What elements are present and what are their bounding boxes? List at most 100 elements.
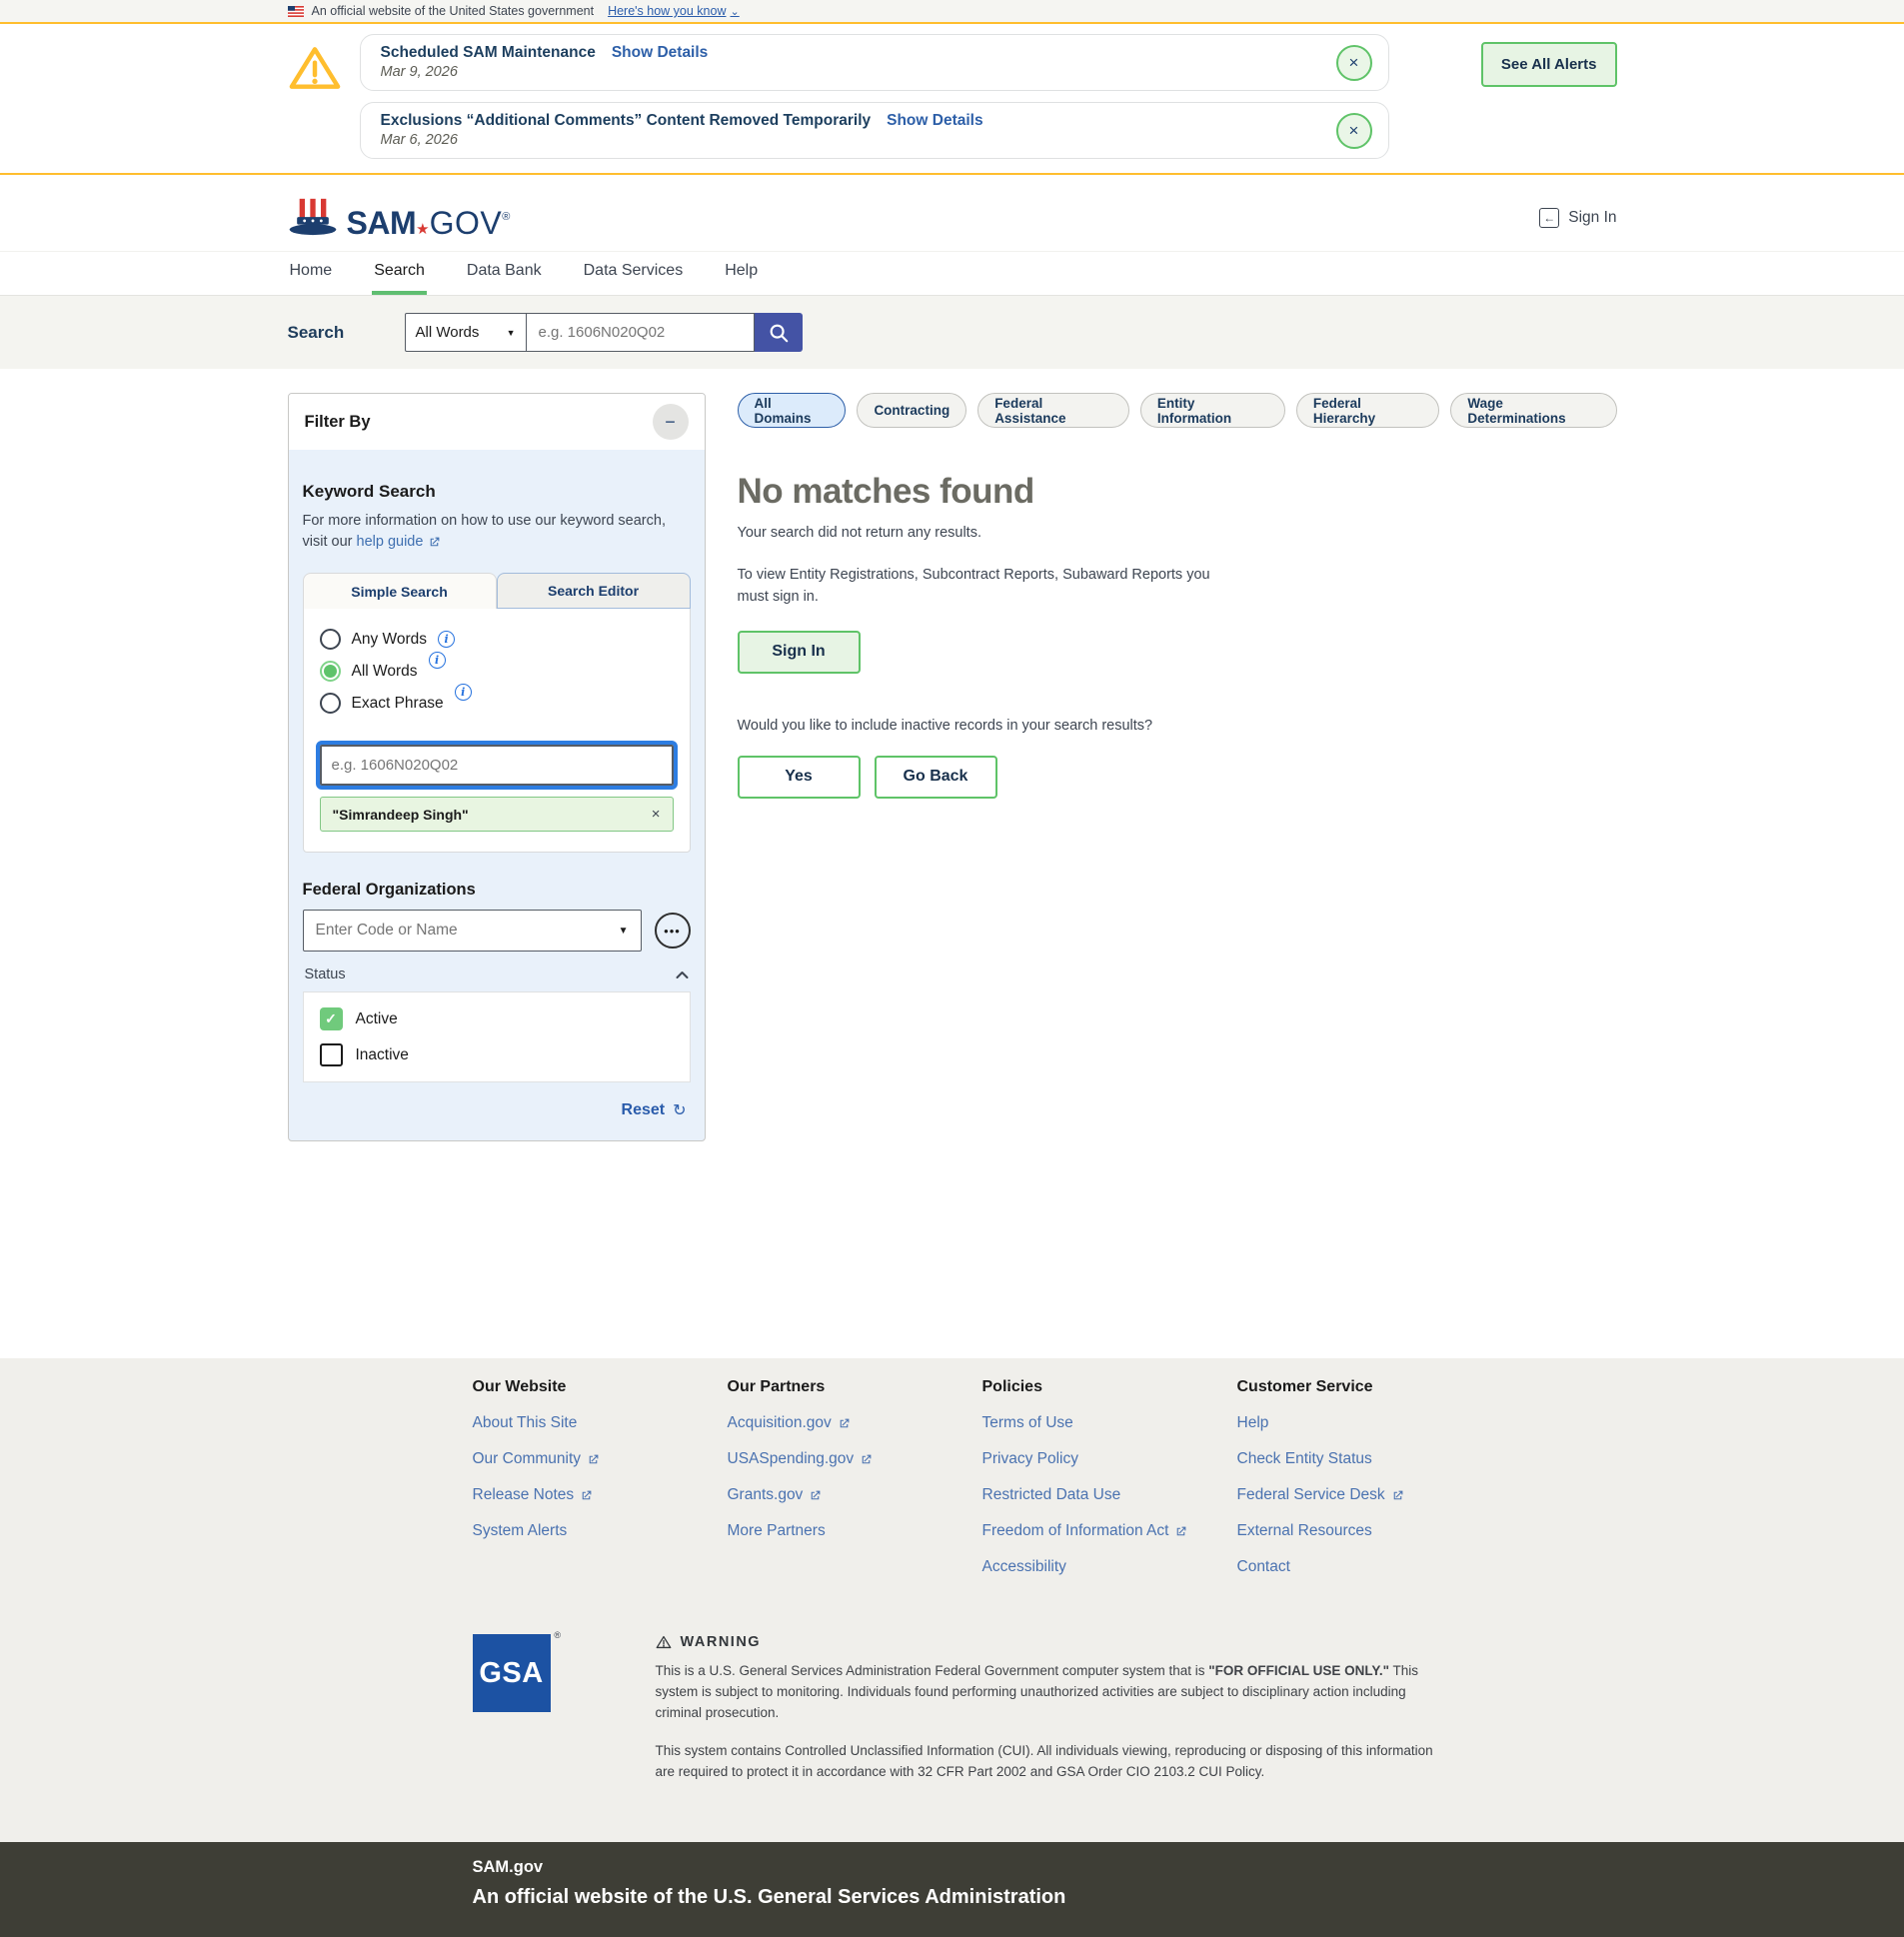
inactive-records-question: Would you like to include inactive recor… xyxy=(738,718,1617,734)
yes-button[interactable]: Yes xyxy=(738,756,861,799)
collapse-filters-button[interactable]: − xyxy=(653,404,689,440)
footer-link-our-community[interactable]: Our Community xyxy=(473,1450,728,1468)
filter-panel: Filter By − Keyword Search For more info… xyxy=(288,393,706,1141)
site-footer: Our Website About This Site Our Communit… xyxy=(0,1358,1904,1842)
keyword-input[interactable] xyxy=(320,745,674,786)
dark-footer-title: SAM.gov xyxy=(473,1858,1617,1877)
radio-exact-phrase[interactable] xyxy=(320,693,341,714)
reset-filters-link[interactable]: Reset ↻ xyxy=(622,1100,687,1120)
footer-link-grants-gov[interactable]: Grants.gov xyxy=(728,1486,982,1504)
sam-gov-logo[interactable]: SAM★GOV® xyxy=(288,197,511,239)
footer-link-system-alerts[interactable]: System Alerts xyxy=(473,1522,728,1540)
domain-pill-contracting[interactable]: Contracting xyxy=(857,393,966,428)
results-area: All Domains Contracting Federal Assistan… xyxy=(738,393,1617,799)
footer-link-privacy-policy[interactable]: Privacy Policy xyxy=(982,1450,1237,1468)
footer-link-restricted-data-use[interactable]: Restricted Data Use xyxy=(982,1486,1237,1504)
info-icon[interactable]: i xyxy=(455,684,472,701)
domain-pill-all-domains[interactable]: All Domains xyxy=(738,393,847,428)
status-option-inactive[interactable]: Inactive xyxy=(320,1043,674,1066)
search-input[interactable] xyxy=(527,313,755,352)
go-back-button[interactable]: Go Back xyxy=(875,756,997,799)
status-section-toggle[interactable]: Status xyxy=(303,967,691,982)
footer-link-usaspending-gov[interactable]: USASpending.gov xyxy=(728,1450,982,1468)
alert-card: Scheduled SAM Maintenance Show Details M… xyxy=(360,34,1389,91)
keyword-info-text: For more information on how to use our k… xyxy=(303,511,691,553)
nav-item-search[interactable]: Search xyxy=(372,252,427,295)
no-results-text: Your search did not return any results. xyxy=(738,525,1617,541)
external-link-icon xyxy=(587,1453,600,1466)
footer-link-acquisition-gov[interactable]: Acquisition.gov xyxy=(728,1414,982,1432)
dropdown-arrow-icon: ▼ xyxy=(619,926,629,937)
show-details-link[interactable]: Show Details xyxy=(612,44,708,62)
main-area: Filter By − Keyword Search For more info… xyxy=(0,369,1904,1358)
warning-paragraph-2: This system contains Controlled Unclassi… xyxy=(656,1741,1455,1783)
domain-pill-federal-hierarchy[interactable]: Federal Hierarchy xyxy=(1296,393,1440,428)
footer-link-foia[interactable]: Freedom of Information Act xyxy=(982,1522,1237,1540)
close-icon[interactable]: × xyxy=(1336,45,1372,81)
footer-link-help[interactable]: Help xyxy=(1237,1414,1492,1432)
tab-search-editor[interactable]: Search Editor xyxy=(497,573,691,609)
sign-in-icon: ← xyxy=(1539,208,1559,228)
alert-date: Mar 9, 2026 xyxy=(381,64,1318,80)
radio-any-words[interactable] xyxy=(320,629,341,650)
external-link-icon xyxy=(1391,1489,1404,1502)
help-guide-link[interactable]: help guide xyxy=(357,532,442,553)
checkbox-checked[interactable]: ✓ xyxy=(320,1007,343,1030)
federal-organizations-select[interactable]: Enter Code or Name ▼ xyxy=(303,910,642,952)
sign-in-note: To view Entity Registrations, Subcontrac… xyxy=(738,565,1242,609)
search-label: Search xyxy=(288,323,405,343)
footer-link-about-this-site[interactable]: About This Site xyxy=(473,1414,728,1432)
nav-item-home[interactable]: Home xyxy=(288,252,335,295)
close-icon[interactable]: × xyxy=(1336,113,1372,149)
footer-link-more-partners[interactable]: More Partners xyxy=(728,1522,982,1540)
registered-mark: ® xyxy=(554,1630,561,1640)
info-icon[interactable]: i xyxy=(438,631,455,648)
domain-filter-row: All Domains Contracting Federal Assistan… xyxy=(738,393,1617,428)
nav-item-data-bank[interactable]: Data Bank xyxy=(465,252,544,295)
tab-simple-search[interactable]: Simple Search xyxy=(303,573,497,609)
show-details-link[interactable]: Show Details xyxy=(887,112,982,130)
external-link-icon xyxy=(1174,1525,1187,1538)
domain-pill-wage-determinations[interactable]: Wage Determinations xyxy=(1450,393,1616,428)
search-button[interactable] xyxy=(755,313,803,352)
chip-close-icon[interactable]: × xyxy=(652,806,661,823)
footer-link-terms-of-use[interactable]: Terms of Use xyxy=(982,1414,1237,1432)
sign-in-button[interactable]: Sign In xyxy=(738,631,861,674)
gov-banner: An official website of the United States… xyxy=(0,0,1904,24)
search-mode-select[interactable]: All Words ▼ xyxy=(405,313,527,352)
nav-item-data-services[interactable]: Data Services xyxy=(582,252,686,295)
alert-date: Mar 6, 2026 xyxy=(381,132,1318,148)
footer-link-contact[interactable]: Contact xyxy=(1237,1558,1492,1576)
footer-link-accessibility[interactable]: Accessibility xyxy=(982,1558,1237,1576)
dark-footer-subtitle: An official website of the U.S. General … xyxy=(473,1886,1617,1909)
footer-link-external-resources[interactable]: External Resources xyxy=(1237,1522,1492,1540)
filter-panel-title: Filter By xyxy=(305,413,371,432)
external-link-icon xyxy=(838,1417,851,1430)
radio-label: Exact Phrase xyxy=(352,695,444,713)
gsa-logo: GSA ® xyxy=(473,1634,551,1712)
external-link-icon xyxy=(809,1489,822,1502)
search-band: Search All Words ▼ xyxy=(0,296,1904,369)
domain-pill-entity-information[interactable]: Entity Information xyxy=(1140,393,1285,428)
nav-item-help[interactable]: Help xyxy=(723,252,760,295)
status-option-active[interactable]: ✓ Active xyxy=(320,1007,674,1030)
dark-footer: SAM.gov An official website of the U.S. … xyxy=(0,1842,1904,1937)
see-all-alerts-button[interactable]: See All Alerts xyxy=(1481,42,1617,87)
header-sign-in-link[interactable]: ← Sign In xyxy=(1539,208,1616,228)
footer-link-check-entity-status[interactable]: Check Entity Status xyxy=(1237,1450,1492,1468)
radio-all-words[interactable] xyxy=(320,661,341,682)
footer-link-release-notes[interactable]: Release Notes xyxy=(473,1486,728,1504)
alert-title: Scheduled SAM Maintenance xyxy=(381,44,596,62)
simple-search-card: Any Words i All Words i Exact Phrase i xyxy=(303,608,691,853)
footer-link-federal-service-desk[interactable]: Federal Service Desk xyxy=(1237,1486,1492,1504)
info-icon[interactable]: i xyxy=(429,652,446,669)
checkbox-unchecked[interactable] xyxy=(320,1043,343,1066)
how-you-know-link[interactable]: Here's how you know⌄ xyxy=(608,4,740,18)
domain-pill-federal-assistance[interactable]: Federal Assistance xyxy=(977,393,1129,428)
org-more-options-button[interactable]: ••• xyxy=(655,913,691,949)
footer-col-customer-service: Customer Service Help Check Entity Statu… xyxy=(1237,1378,1492,1594)
search-icon xyxy=(768,322,790,344)
external-link-icon xyxy=(428,536,441,549)
warning-triangle-icon xyxy=(288,44,342,92)
status-options: ✓ Active Inactive xyxy=(303,991,691,1082)
